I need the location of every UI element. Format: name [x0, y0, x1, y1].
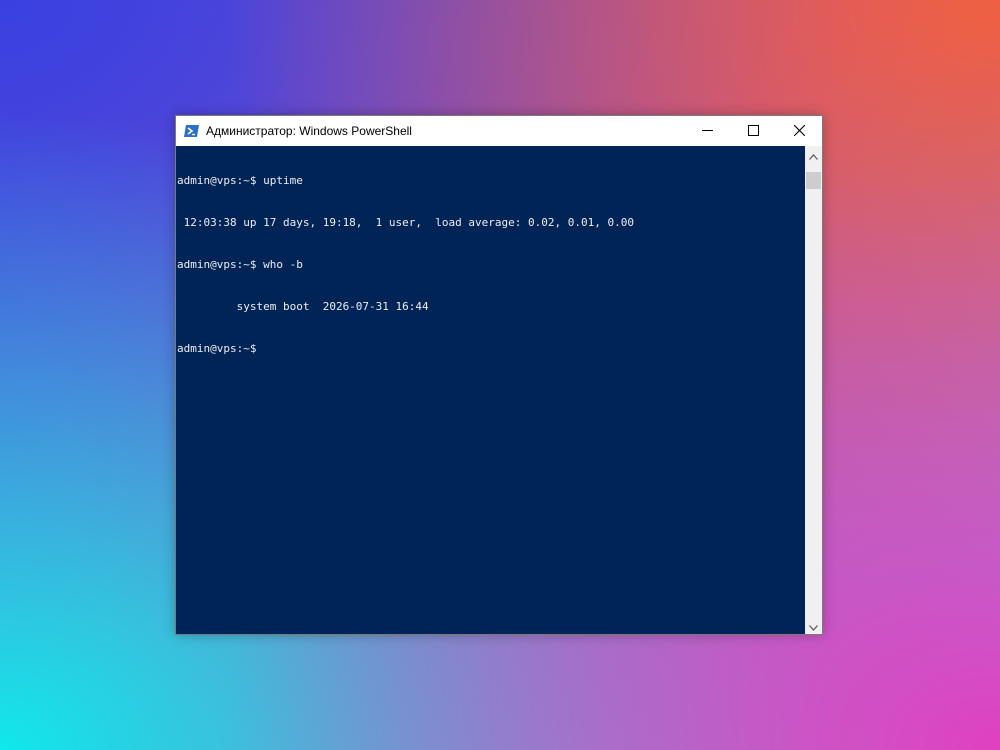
close-icon — [793, 121, 805, 140]
maximize-icon — [747, 121, 759, 140]
scroll-down-arrow-icon — [809, 616, 818, 635]
terminal-prompt: admin@vps:~$ — [177, 342, 257, 355]
terminal-output[interactable]: admin@vps:~$ uptime 12:03:38 up 17 days,… — [176, 146, 806, 634]
terminal-line: 12:03:38 up 17 days, 19:18, 1 user, load… — [177, 216, 634, 229]
terminal-line: admin@vps:~$ who -b — [177, 258, 303, 271]
window-controls — [684, 116, 822, 145]
title-bar[interactable]: Администратор: Windows PowerShell — [176, 116, 822, 145]
terminal-text: admin@vps:~$ uptime 12:03:38 up 17 days,… — [176, 146, 806, 384]
scroll-up-arrow-icon — [809, 145, 818, 164]
scroll-down-button[interactable] — [805, 617, 822, 634]
vertical-scrollbar[interactable] — [805, 146, 822, 634]
powershell-window: Администратор: Windows PowerShell admin@… — [175, 115, 823, 635]
terminal-line: system boot 2026-07-31 16:44 — [177, 300, 429, 313]
terminal-line: admin@vps:~$ uptime — [177, 174, 303, 187]
maximize-button[interactable] — [730, 116, 776, 145]
scrollbar-thumb[interactable] — [806, 172, 821, 189]
window-title: Администратор: Windows PowerShell — [206, 123, 412, 138]
minimize-button[interactable] — [684, 116, 730, 145]
scroll-up-button[interactable] — [805, 146, 822, 163]
close-button[interactable] — [776, 116, 822, 145]
minimize-icon — [701, 121, 713, 140]
powershell-icon — [184, 123, 200, 139]
